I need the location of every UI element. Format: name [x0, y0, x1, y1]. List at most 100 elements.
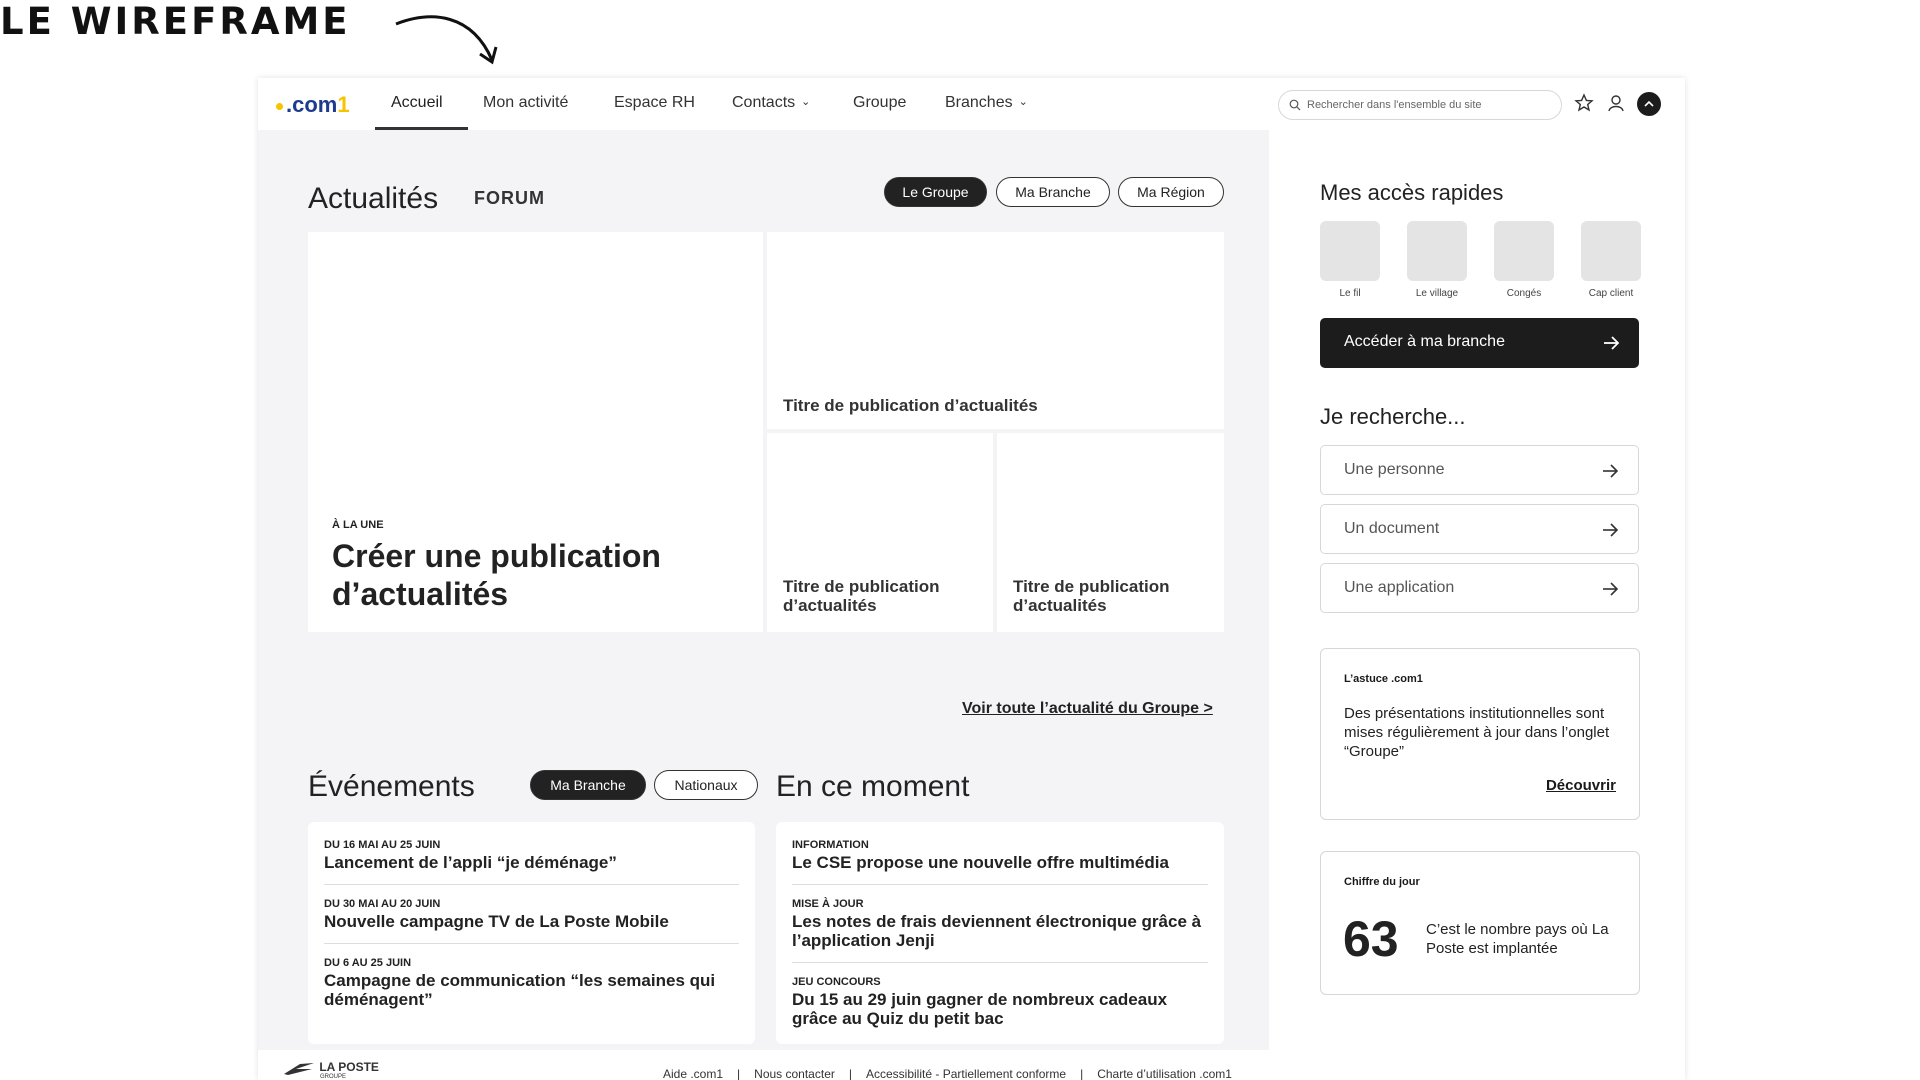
acceder-branche-button[interactable]: Accéder à ma branche [1320, 318, 1639, 368]
chevron-up-icon[interactable] [1637, 92, 1661, 116]
item-title: Du 15 au 29 juin gagner de nombreux cade… [792, 990, 1168, 1028]
footer-link-charte[interactable]: Charte d’utilisation .com1 [1097, 1067, 1232, 1080]
decouvrir-link[interactable]: Découvrir [1546, 777, 1616, 794]
chiffre-number: 63 [1343, 911, 1399, 967]
news-card[interactable]: Titre de publication d’actualités [767, 433, 993, 632]
divider [792, 884, 1208, 885]
item-title: Le CSE propose une nouvelle offre multim… [792, 853, 1169, 872]
quick-access-le-fil[interactable] [1320, 221, 1380, 281]
search-placeholder: Rechercher dans l'ensemble du site [1307, 99, 1482, 111]
nav-espace-rh[interactable]: Espace RH [614, 94, 695, 112]
quick-access-label: Le fil [1339, 288, 1361, 299]
arrow-right-icon [1604, 336, 1620, 350]
list-item[interactable]: DU 6 AU 25 JUIN Campagne de communicatio… [324, 957, 739, 1009]
filter-le-groupe[interactable]: Le Groupe [884, 177, 987, 207]
divider [324, 943, 739, 944]
logo-dot [276, 102, 283, 110]
user-icon[interactable] [1606, 93, 1626, 113]
chiffre-label: Chiffre du jour [1344, 876, 1420, 888]
astuce-text: Des présentations institutionnelles sont… [1344, 705, 1610, 760]
arrow-right-icon [1603, 523, 1619, 537]
news-card-title: Titre de publication d’actualités [783, 577, 940, 615]
arrow-right-icon [1603, 582, 1619, 596]
filter-ma-region[interactable]: Ma Région [1118, 177, 1224, 207]
divider: | [848, 1067, 852, 1080]
filter-events-nationaux[interactable]: Nationaux [654, 770, 758, 800]
nav-accueil[interactable]: Accueil [391, 94, 443, 112]
main-content: Actualités FORUM Le Groupe Ma Branche Ma… [258, 130, 1269, 1050]
arrow-right-icon [1603, 464, 1619, 478]
filter-ma-branche[interactable]: Ma Branche [996, 177, 1110, 207]
footer-links: Aide .com1 | Nous contacter | Accessibilité … [663, 1067, 1232, 1080]
item-tag: INFORMATION [792, 839, 869, 851]
news-card-title: Titre de publication d’actualités [783, 396, 1038, 415]
la-poste-logo[interactable]: LA POSTE GROUPE [282, 1060, 379, 1080]
quick-access-cap-client[interactable] [1581, 221, 1641, 281]
see-all-news-link[interactable]: Voir toute l’actualité du Groupe > [962, 700, 1213, 718]
list-item[interactable]: JEU CONCOURS Du 15 au 29 juin gagner de … [792, 976, 1208, 1028]
search-personne-button[interactable]: Une personne [1320, 445, 1639, 495]
item-tag: JEU CONCOURS [792, 976, 881, 988]
com1-logo[interactable]: .com1 [276, 92, 350, 118]
top-nav: .com1 Accueil Mon activité Espace RH Con… [258, 78, 1685, 130]
featured-kicker: À LA UNE [332, 519, 384, 531]
events-list: DU 16 MAI AU 25 JUIN Lancement de l’appl… [308, 822, 755, 1044]
la-poste-logo-text: LA POSTE [319, 1060, 379, 1075]
news-card[interactable]: Titre de publication d’actualités [767, 232, 1224, 429]
event-date: DU 16 MAI AU 25 JUIN [324, 839, 441, 851]
forum-logo[interactable]: FORUM [474, 188, 545, 209]
nav-contacts[interactable]: Contacts ⌄ [732, 94, 810, 112]
event-title: Nouvelle campagne TV de La Poste Mobile [324, 912, 669, 931]
en-ce-moment-heading: En ce moment [776, 770, 970, 803]
divider [324, 884, 739, 885]
slide-title: LE WIREFRAME [0, 0, 351, 43]
item-tag: MISE À JOUR [792, 898, 864, 910]
nav-branches[interactable]: Branches ⌄ [945, 94, 1028, 112]
curved-arrow-icon [395, 15, 498, 65]
quick-access-label: Cap client [1588, 288, 1634, 299]
acces-rapides-heading: Mes accès rapides [1320, 180, 1504, 205]
star-icon[interactable] [1574, 93, 1594, 113]
event-date: DU 30 MAI AU 20 JUIN [324, 898, 441, 910]
footer-link-contact[interactable]: Nous contacter [754, 1067, 835, 1080]
list-item[interactable]: MISE À JOUR Les notes de frais deviennen… [792, 898, 1208, 950]
search-input[interactable]: Rechercher dans l'ensemble du site [1278, 90, 1562, 120]
nav-groupe[interactable]: Groupe [853, 94, 906, 112]
search-icon [1289, 99, 1301, 111]
chiffre-du-jour-card: Chiffre du jour 63 C’est le nombre pays … [1320, 851, 1640, 995]
astuce-card: L’astuce .com1 Des présentations institu… [1320, 648, 1640, 820]
en-ce-moment-list: INFORMATION Le CSE propose une nouvelle … [776, 822, 1224, 1044]
button-label: Accéder à ma branche [1344, 333, 1505, 350]
chevron-down-icon: ⌄ [801, 96, 811, 108]
nav-mon-activite[interactable]: Mon activité [483, 94, 568, 112]
event-title: Lancement de l’appli “je déménage” [324, 853, 617, 872]
list-item[interactable]: DU 16 MAI AU 25 JUIN Lancement de l’appl… [324, 839, 739, 872]
news-card[interactable]: Titre de publication d’actualités [997, 433, 1224, 632]
news-card-title: Titre de publication d’actualités [1013, 577, 1170, 615]
footer-link-aide[interactable]: Aide .com1 [663, 1067, 723, 1080]
list-item[interactable]: DU 30 MAI AU 20 JUIN Nouvelle campagne T… [324, 898, 739, 931]
item-title: Les notes de frais deviennent électroniq… [792, 912, 1202, 950]
chevron-down-icon: ⌄ [1018, 96, 1028, 108]
divider: | [737, 1067, 741, 1080]
list-item[interactable]: INFORMATION Le CSE propose une nouvelle … [792, 839, 1208, 872]
event-title: Campagne de communication “les semaines … [324, 971, 716, 1009]
astuce-label: L’astuce .com1 [1344, 673, 1423, 685]
search-application-button[interactable]: Une application [1320, 563, 1639, 613]
chiffre-text: C’est le nombre pays où La Poste est imp… [1426, 921, 1609, 957]
search-document-button[interactable]: Un document [1320, 504, 1639, 554]
evenements-heading: Événements [308, 770, 475, 803]
search-option-label: Un document [1344, 520, 1440, 537]
quick-access-conges[interactable] [1494, 221, 1554, 281]
featured-news-card[interactable]: À LA UNE Créer une publication d’actuali… [308, 232, 763, 632]
nav-contacts-label: Contacts [732, 94, 796, 111]
featured-title: Créer une publication d’actualités [332, 538, 661, 612]
quick-access-label: Congés [1506, 288, 1542, 299]
footer-link-accessibilite[interactable]: Accessibilité - Partiellement conforme [866, 1067, 1066, 1080]
search-option-label: Une personne [1344, 461, 1445, 478]
filter-events-ma-branche[interactable]: Ma Branche [530, 770, 646, 800]
quick-access-label: Le village [1415, 288, 1459, 299]
search-option-label: Une application [1344, 579, 1455, 596]
browser-frame: .com1 Accueil Mon activité Espace RH Con… [258, 78, 1685, 1080]
quick-access-le-village[interactable] [1407, 221, 1467, 281]
